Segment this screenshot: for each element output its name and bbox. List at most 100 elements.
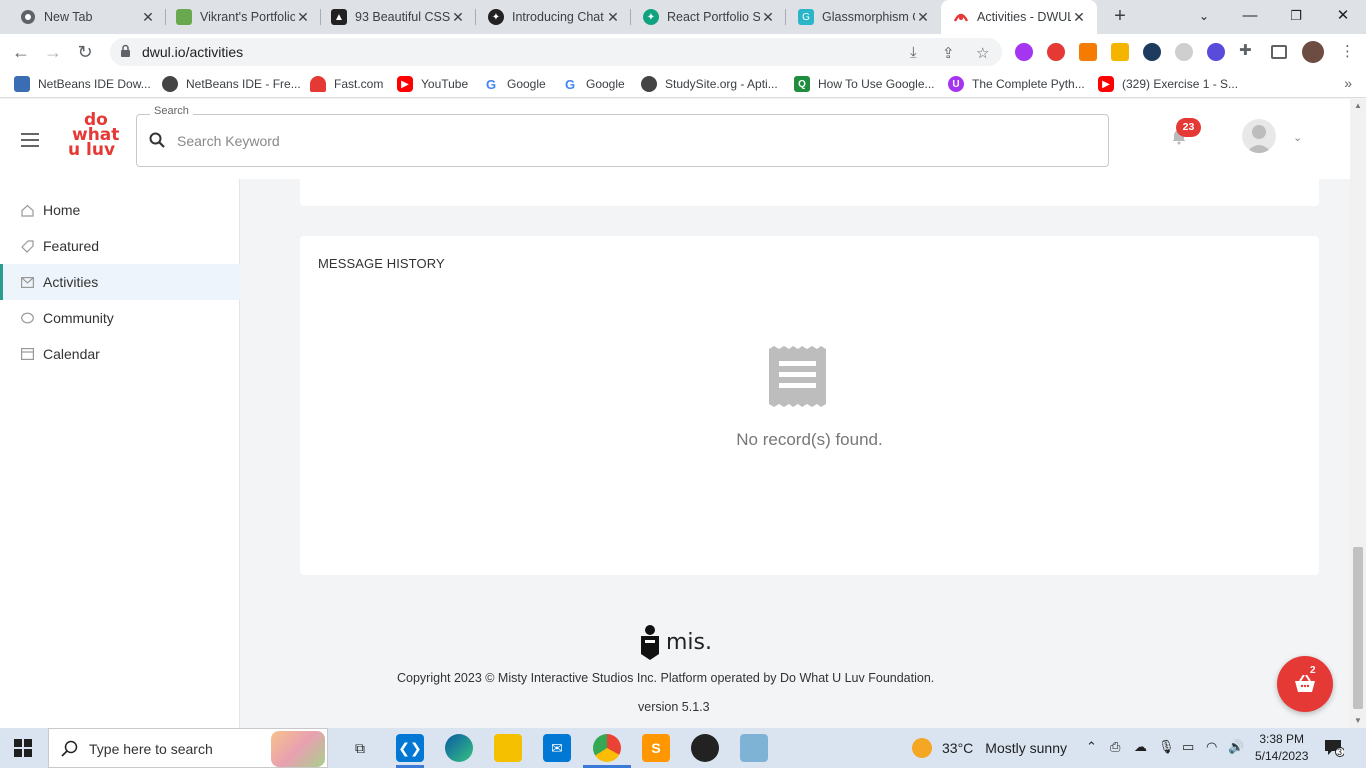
chevron-down-icon[interactable]: ⌄ <box>1293 131 1302 144</box>
notepad-icon[interactable] <box>740 734 768 762</box>
colorpicker-icon[interactable] <box>1111 43 1129 61</box>
dwul-logo[interactable]: do what u luv <box>68 112 128 169</box>
bookmark-star-icon[interactable]: ☆ <box>976 44 989 62</box>
adblock-icon[interactable] <box>1047 43 1065 61</box>
tray-chevron-up-icon[interactable]: ⌃ <box>1086 739 1097 755</box>
edge-icon[interactable] <box>445 734 473 762</box>
sublime-text-icon[interactable]: S <box>642 734 670 762</box>
lock-icon <box>120 44 131 61</box>
page-scrollbar[interactable]: ▲ ▼ <box>1350 99 1366 728</box>
bookmark-item[interactable]: Fast.com <box>310 75 383 93</box>
taskbar-search-box[interactable]: Type here to search <box>48 728 328 768</box>
bookmark-item[interactable]: ▶ YouTube <box>397 75 468 93</box>
close-window-button[interactable]: ✕ <box>1320 0 1366 34</box>
wifi-icon[interactable]: ◠ <box>1206 739 1217 755</box>
user-avatar[interactable] <box>1242 119 1276 153</box>
tab-title: Vikrant's Portfolio <box>200 10 295 24</box>
bookmark-item[interactable]: ▶ (329) Exercise 1 - S... <box>1098 75 1238 93</box>
bookmark-item[interactable]: G Google <box>483 75 546 93</box>
battery-icon[interactable]: ▭ <box>1182 739 1194 755</box>
sidebar-item-home[interactable]: Home <box>0 192 240 228</box>
obs-icon[interactable] <box>691 734 719 762</box>
bookmark-item[interactable]: NetBeans IDE - Fre... <box>162 75 301 93</box>
install-icon[interactable]: ⤓ <box>910 44 917 61</box>
search-icon <box>149 132 165 153</box>
sidebar-item-label: Activities <box>43 274 99 290</box>
address-bar[interactable]: dwul.io/activities ⤓ ⇪ ☆ <box>110 38 1002 66</box>
share-icon[interactable]: ⇪ <box>942 44 955 62</box>
search-field[interactable] <box>136 114 1109 167</box>
weather-widget[interactable]: 33°C Mostly sunny <box>912 738 1067 758</box>
task-view-icon[interactable]: ⧉ <box>346 734 374 762</box>
minimize-button[interactable]: — <box>1227 0 1273 34</box>
close-tab-icon[interactable]: ✕ <box>760 9 776 26</box>
extension-icon[interactable] <box>1175 43 1193 61</box>
tab-search-icon[interactable]: ⌄ <box>1181 0 1227 34</box>
chat-icon <box>20 311 34 325</box>
back-button[interactable]: ← <box>8 40 34 64</box>
browser-tab[interactable]: ▲ 93 Beautiful CSS ✕ <box>321 0 476 34</box>
empty-state-text: No record(s) found. <box>736 430 883 449</box>
taskbar-search-text: Type here to search <box>89 741 213 757</box>
sidebar-item-featured[interactable]: Featured <box>0 228 240 264</box>
extension-icon[interactable] <box>1015 43 1033 61</box>
browser-tab[interactable]: G Glassmorphism C ✕ <box>786 0 941 34</box>
sidebar-item-label: Home <box>43 202 81 218</box>
notification-center-icon[interactable]: 3 <box>1324 739 1345 757</box>
bookmark-item[interactable]: Q How To Use Google... <box>794 75 935 93</box>
browser-tab[interactable]: ✦ Introducing Chat ✕ <box>476 0 631 34</box>
close-tab-icon[interactable]: ✕ <box>605 9 621 26</box>
youtube-icon: ▶ <box>1098 76 1114 92</box>
browser-toolbar: ← → ↻ dwul.io/activities ⤓ ⇪ ☆ ✚ ⋮ <box>0 34 1366 70</box>
close-tab-icon[interactable]: ✕ <box>1071 9 1087 26</box>
react-devtools-icon[interactable] <box>1143 43 1161 61</box>
browser-tab[interactable]: Vikrant's Portfolio ✕ <box>166 0 321 34</box>
close-tab-icon[interactable]: ✕ <box>295 9 311 26</box>
onedrive-icon[interactable]: ☁ <box>1134 739 1147 755</box>
vscode-icon[interactable]: ❮❯ <box>396 734 424 762</box>
scroll-down-icon[interactable]: ▼ <box>1354 716 1362 725</box>
mail-icon[interactable]: ✉ <box>543 734 571 762</box>
scroll-thumb[interactable] <box>1353 547 1363 709</box>
close-tab-icon[interactable]: ✕ <box>915 9 931 26</box>
browser-tab-active[interactable]: Activities - DWUL ✕ <box>941 0 1097 34</box>
forward-button[interactable]: → <box>40 40 66 64</box>
new-tab-button[interactable]: + <box>1108 4 1132 28</box>
taskbar-clock[interactable]: 3:38 PM 5/14/2023 <box>1255 731 1308 765</box>
file-explorer-icon[interactable] <box>494 734 522 762</box>
card-title: MESSAGE HISTORY <box>318 256 445 271</box>
bookmark-item[interactable]: U The Complete Pyth... <box>948 75 1085 93</box>
hamburger-menu-icon[interactable] <box>21 133 39 147</box>
extension-icon[interactable] <box>1079 43 1097 61</box>
cart-button[interactable] <box>1277 656 1333 712</box>
extension-icon[interactable] <box>1207 43 1225 61</box>
browser-tab[interactable]: ✦ React Portfolio Si ✕ <box>631 0 786 34</box>
menu-kebab-icon[interactable]: ⋮ <box>1340 42 1355 60</box>
sidebar-item-activities[interactable]: Activities <box>0 264 240 300</box>
extensions-puzzle-icon[interactable]: ✚ <box>1239 41 1257 59</box>
bookmark-item[interactable]: NetBeans IDE Dow... <box>14 75 151 93</box>
openai-icon: ✦ <box>643 9 659 25</box>
browser-tab[interactable]: New Tab ✕ <box>0 0 166 34</box>
microphone-icon[interactable]: 🎙 <box>1158 739 1175 755</box>
sidebar-item-community[interactable]: Community <box>0 300 240 336</box>
close-tab-icon[interactable]: ✕ <box>450 9 466 26</box>
tray-app-icon[interactable]: ⎙ <box>1110 739 1120 755</box>
bookmark-item[interactable]: G Google <box>562 75 625 93</box>
scroll-up-icon[interactable]: ▲ <box>1354 101 1362 110</box>
more-bookmarks-icon[interactable]: » <box>1344 75 1352 91</box>
volume-icon[interactable]: 🔊 <box>1228 739 1244 755</box>
portfolio-icon <box>176 9 192 25</box>
chrome-icon[interactable] <box>593 734 621 762</box>
close-tab-icon[interactable]: ✕ <box>140 9 156 26</box>
restore-button[interactable]: ❐ <box>1273 0 1319 34</box>
google-icon: G <box>485 76 497 92</box>
profile-avatar-icon[interactable] <box>1302 41 1324 63</box>
search-input[interactable] <box>177 129 1077 153</box>
bookmark-item[interactable]: StudySite.org - Apti... <box>641 75 778 93</box>
reload-button[interactable]: ↻ <box>72 40 98 64</box>
side-panel-icon[interactable] <box>1271 45 1287 59</box>
windows-start-icon[interactable] <box>14 739 32 757</box>
sidebar-item-calendar[interactable]: Calendar <box>0 336 240 372</box>
search-label: Search <box>150 105 193 117</box>
